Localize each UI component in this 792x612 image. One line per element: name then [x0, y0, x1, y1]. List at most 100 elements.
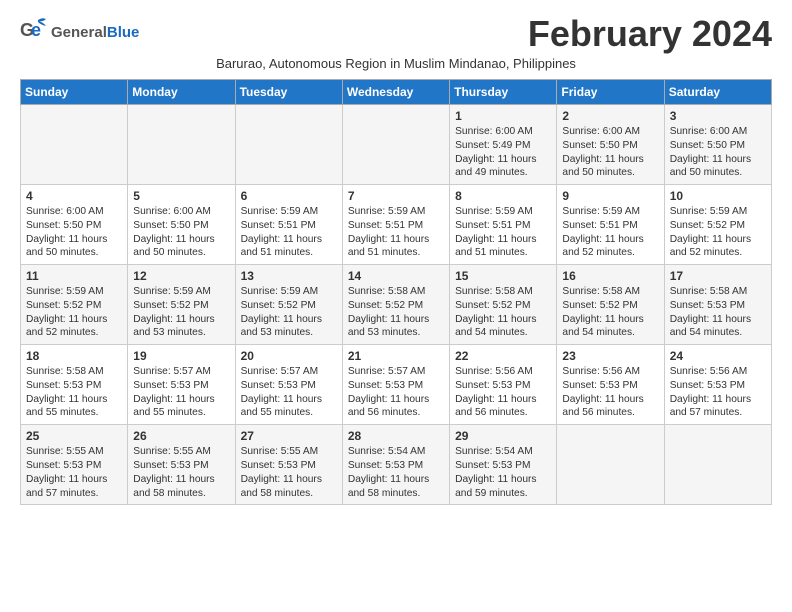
- calendar-cell: [128, 105, 235, 185]
- calendar-cell: 13 Sunrise: 5:59 AM Sunset: 5:52 PM Dayli…: [235, 265, 342, 345]
- calendar-cell: 19 Sunrise: 5:57 AM Sunset: 5:53 PM Dayli…: [128, 345, 235, 425]
- logo: G e GeneralBlue: [20, 16, 139, 49]
- cell-content: Sunrise: 6:00 AM Sunset: 5:49 PM Dayligh…: [455, 125, 551, 180]
- cell-content: Sunrise: 5:56 AM Sunset: 5:53 PM Dayligh…: [562, 365, 658, 420]
- day-number: 10: [670, 189, 766, 203]
- cell-content: Sunrise: 5:54 AM Sunset: 5:53 PM Dayligh…: [455, 445, 551, 500]
- day-header-monday: Monday: [128, 80, 235, 105]
- cell-content: Sunrise: 5:59 AM Sunset: 5:52 PM Dayligh…: [26, 285, 122, 340]
- logo-text: GeneralBlue: [51, 24, 139, 41]
- calendar-cell: 20 Sunrise: 5:57 AM Sunset: 5:53 PM Dayli…: [235, 345, 342, 425]
- cell-content: Sunrise: 5:58 AM Sunset: 5:52 PM Dayligh…: [562, 285, 658, 340]
- day-number: 7: [348, 189, 444, 203]
- cell-content: Sunrise: 5:59 AM Sunset: 5:52 PM Dayligh…: [241, 285, 337, 340]
- cell-content: Sunrise: 5:58 AM Sunset: 5:52 PM Dayligh…: [455, 285, 551, 340]
- cell-content: Sunrise: 5:59 AM Sunset: 5:52 PM Dayligh…: [133, 285, 229, 340]
- day-number: 14: [348, 269, 444, 283]
- page-header: G e GeneralBlue February 2024: [20, 16, 772, 52]
- calendar-cell: 3Sunrise: 6:00 AM Sunset: 5:50 PM Daylig…: [664, 105, 771, 185]
- calendar-cell: 2 Sunrise: 6:00 AM Sunset: 5:50 PM Daylig…: [557, 105, 664, 185]
- calendar-cell: 28 Sunrise: 5:54 AM Sunset: 5:53 PM Dayli…: [342, 425, 449, 505]
- cell-content: Sunrise: 5:57 AM Sunset: 5:53 PM Dayligh…: [241, 365, 337, 420]
- cell-content: Sunrise: 5:55 AM Sunset: 5:53 PM Dayligh…: [133, 445, 229, 500]
- calendar-cell: [342, 105, 449, 185]
- logo-icon: G e: [20, 16, 48, 49]
- day-number: 25: [26, 429, 122, 443]
- day-number: 18: [26, 349, 122, 363]
- cell-content: Sunrise: 6:00 AM Sunset: 5:50 PM Dayligh…: [133, 205, 229, 260]
- calendar-cell: [664, 425, 771, 505]
- cell-content: Sunrise: 5:59 AM Sunset: 5:52 PM Dayligh…: [670, 205, 766, 260]
- calendar-cell: 29 Sunrise: 5:54 AM Sunset: 5:53 PM Dayli…: [450, 425, 557, 505]
- day-number: 1: [455, 109, 551, 123]
- cell-content: Sunrise: 5:55 AM Sunset: 5:53 PM Dayligh…: [241, 445, 337, 500]
- subtitle: Barurao, Autonomous Region in Muslim Min…: [20, 56, 772, 71]
- cell-content: Sunrise: 5:55 AM Sunset: 5:53 PM Dayligh…: [26, 445, 122, 500]
- day-header-thursday: Thursday: [450, 80, 557, 105]
- day-number: 8: [455, 189, 551, 203]
- cell-content: Sunrise: 6:00 AM Sunset: 5:50 PM Dayligh…: [670, 125, 766, 180]
- day-number: 23: [562, 349, 658, 363]
- calendar-cell: 1 Sunrise: 6:00 AM Sunset: 5:49 PM Daylig…: [450, 105, 557, 185]
- day-number: 4: [26, 189, 122, 203]
- calendar-cell: 16Sunrise: 5:58 AM Sunset: 5:52 PM Dayli…: [557, 265, 664, 345]
- calendar-cell: 23 Sunrise: 5:56 AM Sunset: 5:53 PM Dayli…: [557, 345, 664, 425]
- day-number: 24: [670, 349, 766, 363]
- day-number: 21: [348, 349, 444, 363]
- cell-content: Sunrise: 5:58 AM Sunset: 5:52 PM Dayligh…: [348, 285, 444, 340]
- calendar-cell: 5 Sunrise: 6:00 AM Sunset: 5:50 PM Daylig…: [128, 185, 235, 265]
- cell-content: Sunrise: 5:58 AM Sunset: 5:53 PM Dayligh…: [670, 285, 766, 340]
- day-number: 28: [348, 429, 444, 443]
- day-number: 26: [133, 429, 229, 443]
- day-header-wednesday: Wednesday: [342, 80, 449, 105]
- calendar-cell: 9 Sunrise: 5:59 AM Sunset: 5:51 PM Daylig…: [557, 185, 664, 265]
- cell-content: Sunrise: 6:00 AM Sunset: 5:50 PM Dayligh…: [562, 125, 658, 180]
- calendar-cell: 17 Sunrise: 5:58 AM Sunset: 5:53 PM Dayli…: [664, 265, 771, 345]
- day-number: 5: [133, 189, 229, 203]
- calendar-cell: 6 Sunrise: 5:59 AM Sunset: 5:51 PM Daylig…: [235, 185, 342, 265]
- calendar-cell: [235, 105, 342, 185]
- day-number: 2: [562, 109, 658, 123]
- cell-content: Sunrise: 5:59 AM Sunset: 5:51 PM Dayligh…: [241, 205, 337, 260]
- calendar-cell: [557, 425, 664, 505]
- cell-content: Sunrise: 5:57 AM Sunset: 5:53 PM Dayligh…: [348, 365, 444, 420]
- day-number: 9: [562, 189, 658, 203]
- calendar-cell: 27 Sunrise: 5:55 AM Sunset: 5:53 PM Dayli…: [235, 425, 342, 505]
- cell-content: Sunrise: 6:00 AM Sunset: 5:50 PM Dayligh…: [26, 205, 122, 260]
- calendar-cell: [21, 105, 128, 185]
- calendar-cell: 11Sunrise: 5:59 AM Sunset: 5:52 PM Dayli…: [21, 265, 128, 345]
- calendar-cell: 21 Sunrise: 5:57 AM Sunset: 5:53 PM Dayli…: [342, 345, 449, 425]
- calendar-cell: 26 Sunrise: 5:55 AM Sunset: 5:53 PM Dayli…: [128, 425, 235, 505]
- day-number: 27: [241, 429, 337, 443]
- calendar-cell: 10 Sunrise: 5:59 AM Sunset: 5:52 PM Dayli…: [664, 185, 771, 265]
- day-number: 20: [241, 349, 337, 363]
- day-header-sunday: Sunday: [21, 80, 128, 105]
- calendar-cell: 15 Sunrise: 5:58 AM Sunset: 5:52 PM Dayli…: [450, 265, 557, 345]
- day-header-saturday: Saturday: [664, 80, 771, 105]
- calendar-cell: 22Sunrise: 5:56 AM Sunset: 5:53 PM Dayli…: [450, 345, 557, 425]
- calendar-cell: 8 Sunrise: 5:59 AM Sunset: 5:51 PM Daylig…: [450, 185, 557, 265]
- cell-content: Sunrise: 5:59 AM Sunset: 5:51 PM Dayligh…: [562, 205, 658, 260]
- calendar-cell: 24 Sunrise: 5:56 AM Sunset: 5:53 PM Dayli…: [664, 345, 771, 425]
- cell-content: Sunrise: 5:59 AM Sunset: 5:51 PM Dayligh…: [348, 205, 444, 260]
- cell-content: Sunrise: 5:58 AM Sunset: 5:53 PM Dayligh…: [26, 365, 122, 420]
- calendar-cell: 4 Sunrise: 6:00 AM Sunset: 5:50 PM Daylig…: [21, 185, 128, 265]
- day-number: 13: [241, 269, 337, 283]
- calendar-cell: 14 Sunrise: 5:58 AM Sunset: 5:52 PM Dayli…: [342, 265, 449, 345]
- day-number: 12: [133, 269, 229, 283]
- day-number: 15: [455, 269, 551, 283]
- calendar-table: SundayMondayTuesdayWednesdayThursdayFrid…: [20, 79, 772, 505]
- cell-content: Sunrise: 5:56 AM Sunset: 5:53 PM Dayligh…: [670, 365, 766, 420]
- calendar-cell: 7 Sunrise: 5:59 AM Sunset: 5:51 PM Daylig…: [342, 185, 449, 265]
- day-header-tuesday: Tuesday: [235, 80, 342, 105]
- day-number: 29: [455, 429, 551, 443]
- cell-content: Sunrise: 5:57 AM Sunset: 5:53 PM Dayligh…: [133, 365, 229, 420]
- cell-content: Sunrise: 5:56 AM Sunset: 5:53 PM Dayligh…: [455, 365, 551, 420]
- cell-content: Sunrise: 5:59 AM Sunset: 5:51 PM Dayligh…: [455, 205, 551, 260]
- calendar-cell: 12 Sunrise: 5:59 AM Sunset: 5:52 PM Dayli…: [128, 265, 235, 345]
- cell-content: Sunrise: 5:54 AM Sunset: 5:53 PM Dayligh…: [348, 445, 444, 500]
- day-number: 19: [133, 349, 229, 363]
- day-number: 17: [670, 269, 766, 283]
- day-number: 6: [241, 189, 337, 203]
- calendar-cell: 18 Sunrise: 5:58 AM Sunset: 5:53 PM Dayli…: [21, 345, 128, 425]
